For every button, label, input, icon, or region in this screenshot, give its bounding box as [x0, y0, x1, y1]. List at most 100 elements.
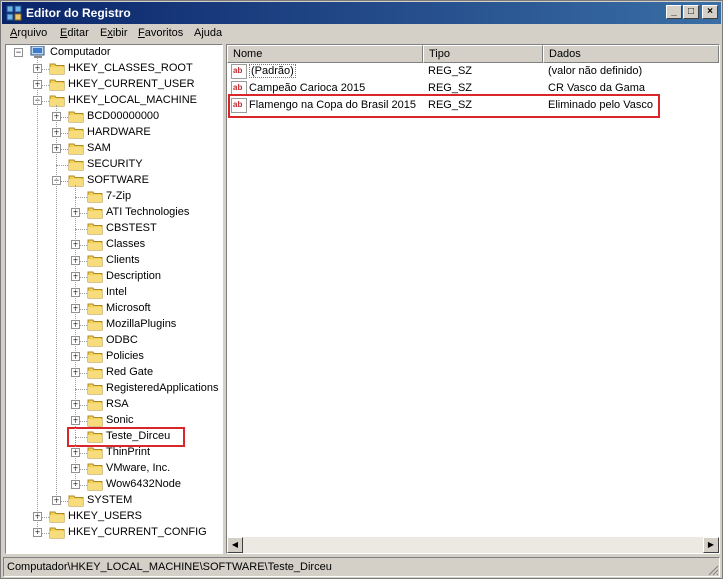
value-name: Campeão Carioca 2015: [249, 82, 366, 94]
menu-editar[interactable]: Editar: [60, 27, 89, 39]
regedit-icon: [6, 5, 22, 21]
value-data: CR Vasco da Gama: [548, 82, 646, 94]
folder-icon: [87, 335, 103, 347]
svg-text:ab: ab: [233, 66, 242, 75]
folder-icon: [68, 111, 84, 123]
menu-favoritos[interactable]: Favoritos: [138, 27, 183, 39]
tree-node[interactable]: − HKEY_LOCAL_MACHINE: [6, 93, 222, 109]
tree-node-computador[interactable]: − Computador: [6, 45, 222, 61]
tree-label: Red Gate: [106, 366, 154, 378]
folder-icon: [68, 175, 84, 187]
tree-connector: [37, 57, 38, 533]
highlight-annotation: [67, 427, 185, 447]
column-header-dados[interactable]: Dados: [543, 45, 719, 63]
tree-node[interactable]: + RSA: [6, 397, 222, 413]
tree-node[interactable]: + ODBC: [6, 333, 222, 349]
tree-label: HKEY_CURRENT_CONFIG: [68, 526, 207, 538]
tree-node[interactable]: + ThinPrint: [6, 445, 222, 461]
folder-icon: [87, 223, 103, 235]
tree-node[interactable]: + Red Gate: [6, 365, 222, 381]
tree-node[interactable]: + MozillaPlugins: [6, 317, 222, 333]
folder-icon: [87, 207, 103, 219]
tree-label: SOFTWARE: [87, 174, 149, 186]
tree-label: ODBC: [106, 334, 138, 346]
horizontal-scrollbar[interactable]: ◀ ▶: [227, 537, 719, 553]
tree-label: VMware, Inc.: [106, 462, 171, 474]
tree-label: Computador: [50, 46, 111, 58]
folder-icon: [87, 271, 103, 283]
tree-node[interactable]: + Clients: [6, 253, 222, 269]
folder-icon: [49, 511, 65, 523]
tree-node[interactable]: + Intel: [6, 285, 222, 301]
tree-node[interactable]: + HKEY_CURRENT_USER: [6, 77, 222, 93]
menu-exibir[interactable]: Exibir: [100, 27, 128, 39]
folder-icon: [87, 191, 103, 203]
minimize-button[interactable]: _: [666, 5, 682, 19]
folder-icon: [87, 367, 103, 379]
tree-node[interactable]: + HKEY_CLASSES_ROOT: [6, 61, 222, 77]
tree-label: 7-Zip: [106, 190, 132, 202]
menu-ajuda[interactable]: Ajuda: [194, 27, 222, 39]
folder-icon: [87, 463, 103, 475]
tree-label: ThinPrint: [106, 446, 151, 458]
scroll-left-icon[interactable]: ◀: [227, 537, 243, 553]
tree-label: BCD00000000: [87, 110, 160, 122]
menu-bar: Arquivo Editar Exibir Favoritos Ajuda: [2, 24, 721, 42]
tree-node[interactable]: − SOFTWARE: [6, 173, 222, 189]
folder-icon: [49, 79, 65, 91]
window-title: Editor do Registro: [26, 6, 131, 20]
tree-label: SECURITY: [87, 158, 143, 170]
folder-icon: [87, 303, 103, 315]
folder-icon: [87, 319, 103, 331]
tree-node[interactable]: + Description: [6, 269, 222, 285]
tree-node[interactable]: CBSTEST: [6, 221, 222, 237]
tree-node[interactable]: Teste_Dirceu: [6, 427, 222, 447]
values-list[interactable]: Nome Tipo Dados ab (Padrão) REG_SZ (valo…: [226, 44, 720, 554]
folder-icon: [68, 127, 84, 139]
scroll-right-icon[interactable]: ▶: [703, 537, 719, 553]
tree-node[interactable]: + Wow6432Node: [6, 477, 222, 493]
folder-icon: [87, 383, 103, 395]
folder-icon: [87, 239, 103, 251]
status-bar: Computador\HKEY_LOCAL_MACHINE\SOFTWARE\T…: [3, 557, 720, 577]
value-name: (Padrão): [249, 64, 296, 78]
column-header-nome[interactable]: Nome: [227, 45, 423, 63]
value-row[interactable]: ab (Padrão) REG_SZ (valor não definido): [227, 63, 719, 80]
tree-node[interactable]: + SYSTEM: [6, 493, 222, 509]
tree-node[interactable]: + HKEY_USERS: [6, 509, 222, 525]
maximize-button[interactable]: □: [683, 5, 699, 19]
tree-label: RegisteredApplications: [106, 382, 219, 394]
tree-node[interactable]: SECURITY: [6, 157, 222, 173]
tree-label: Clients: [106, 254, 140, 266]
collapse-icon[interactable]: −: [14, 48, 23, 57]
folder-icon: [87, 447, 103, 459]
tree-node[interactable]: + Policies: [6, 349, 222, 365]
tree-node[interactable]: + Microsoft: [6, 301, 222, 317]
column-header-tipo[interactable]: Tipo: [423, 45, 543, 63]
tree-node[interactable]: + HARDWARE: [6, 125, 222, 141]
folder-icon: [49, 527, 65, 539]
folder-icon: [87, 415, 103, 427]
folder-icon: [87, 255, 103, 267]
tree-node[interactable]: + BCD00000000: [6, 109, 222, 125]
registry-tree[interactable]: − Computador + HKEY_CLASSES_ROOT + HKEY_CUR…: [5, 44, 223, 554]
tree-node[interactable]: + HKEY_CURRENT_CONFIG: [6, 525, 222, 541]
tree-node[interactable]: + Classes: [6, 237, 222, 253]
tree-node[interactable]: RegisteredApplications: [6, 381, 222, 397]
svg-text:ab: ab: [233, 83, 242, 92]
tree-node[interactable]: + ATI Technologies: [6, 205, 222, 221]
tree-node[interactable]: + SAM: [6, 141, 222, 157]
folder-icon: [68, 495, 84, 507]
title-bar[interactable]: Editor do Registro _ □ ×: [2, 2, 721, 24]
tree-node[interactable]: + VMware, Inc.: [6, 461, 222, 477]
resize-grip-icon[interactable]: [707, 564, 719, 576]
tree-label: SYSTEM: [87, 494, 133, 506]
tree-node[interactable]: 7-Zip: [6, 189, 222, 205]
folder-icon: [87, 479, 103, 491]
close-button[interactable]: ×: [702, 5, 718, 19]
tree-connector: [56, 105, 57, 505]
menu-arquivo[interactable]: Arquivo: [10, 27, 47, 39]
tree-label: Wow6432Node: [106, 478, 182, 490]
tree-connector: [75, 197, 87, 198]
value-data: (valor não definido): [548, 65, 643, 77]
